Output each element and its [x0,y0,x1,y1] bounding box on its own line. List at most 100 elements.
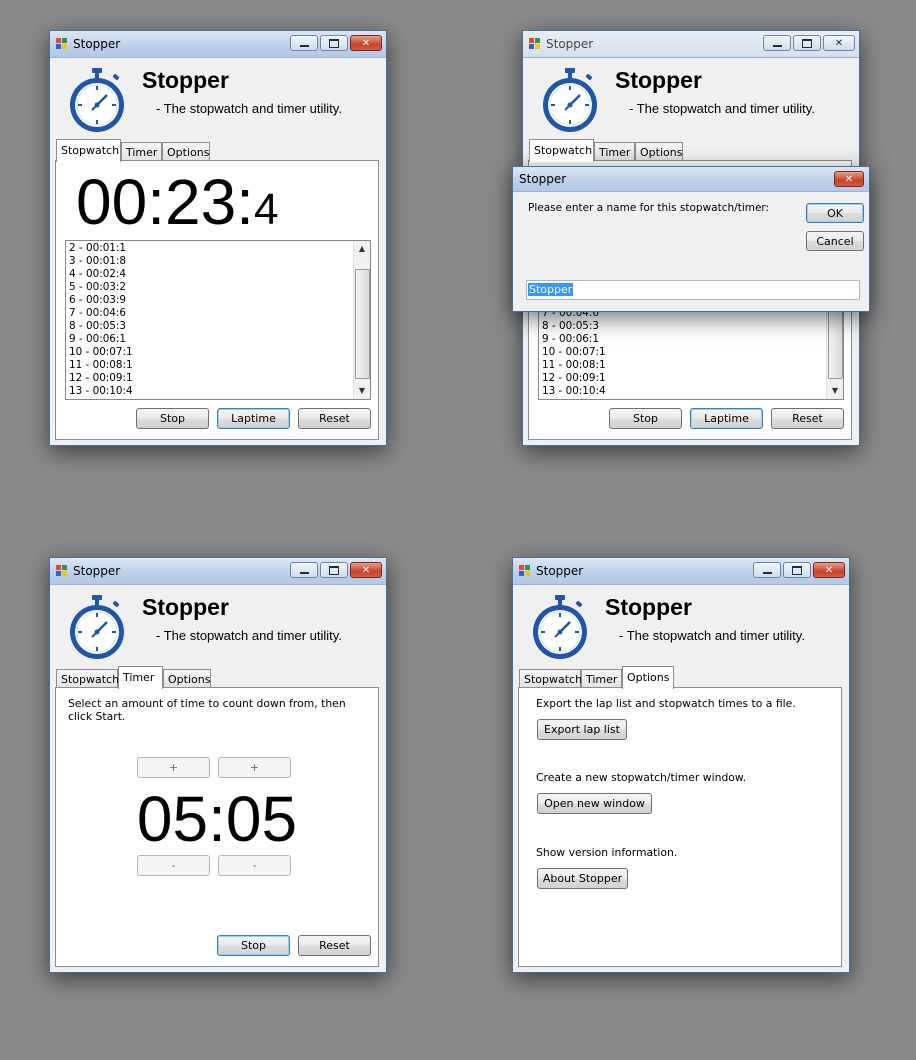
app-tagline: - The stopwatch and timer utility. [629,101,815,116]
title-bar[interactable]: Stopper ✕ [50,558,386,585]
stopwatch-icon [66,594,128,660]
tab-stopwatch[interactable]: Stopwatch [56,139,121,162]
stopwatch-icon [66,67,128,133]
laptime-button[interactable]: Laptime [217,408,290,429]
lap-rows: 7 - 00:04:6 8 - 00:05:3 9 - 00:06:1 10 -… [542,307,606,398]
title-bar[interactable]: Stopper ✕ [50,31,386,58]
laptime-button[interactable]: Laptime [690,408,763,429]
close-icon[interactable]: ✕ [823,35,855,51]
list-item[interactable]: 5 - 00:03:2 [69,281,133,294]
lap-list[interactable]: 2 - 00:01:1 3 - 00:01:8 4 - 00:02:4 5 - … [65,240,371,400]
tab-timer[interactable]: Timer [121,142,162,161]
cancel-button[interactable]: Cancel [806,231,864,251]
scroll-thumb[interactable] [355,269,370,379]
name-dialog: Stopper ✕ Please enter a name for this s… [512,166,870,312]
dialog-title-bar[interactable]: Stopper ✕ [513,167,869,192]
app-name: Stopper [615,67,702,93]
list-item[interactable]: 8 - 00:05:3 [69,320,133,333]
tab-options[interactable]: Options [635,142,683,161]
list-item[interactable]: 7 - 00:04:6 [69,307,133,320]
timer-panel: Select an amount of time to count down f… [55,687,379,967]
new-window-description: Create a new stopwatch/timer window. [536,771,747,784]
list-item[interactable]: 11 - 00:08:1 [542,359,606,372]
dialog-message: Please enter a name for this stopwatch/t… [528,202,770,214]
close-icon[interactable]: ✕ [350,562,382,578]
open-new-window-button[interactable]: Open new window [537,793,652,814]
seconds-minus-button[interactable]: - [218,855,291,876]
maximize-icon[interactable] [320,562,348,578]
list-item[interactable]: 9 - 00:06:1 [69,333,133,346]
seconds-plus-button[interactable]: + [218,757,291,778]
tab-options[interactable]: Options [163,669,211,688]
list-item[interactable]: 12 - 00:09:1 [542,372,606,385]
tab-stopwatch[interactable]: Stopwatch [519,669,582,688]
minimize-icon[interactable] [763,35,791,51]
scroll-down-icon[interactable]: ▼ [354,383,370,399]
minutes-plus-button[interactable]: + [137,757,210,778]
app-name: Stopper [142,594,229,620]
close-icon[interactable]: ✕ [350,35,382,51]
list-item[interactable]: 12 - 00:09:1 [69,372,133,385]
close-icon[interactable]: ✕ [813,562,845,578]
close-icon[interactable]: ✕ [834,171,864,187]
tab-options[interactable]: Options [622,666,674,689]
list-item[interactable]: 13 - 00:10:4 [542,385,606,398]
stopper-window-timer: Stopper ✕ Stopper - The stopwatch and ti… [49,557,387,973]
window-title: Stopper [546,37,594,51]
dialog-title: Stopper [519,172,567,186]
tab-timer[interactable]: Timer [581,669,622,688]
scroll-up-icon[interactable]: ▲ [354,241,370,257]
maximize-icon[interactable] [320,35,348,51]
lap-list-scrollbar[interactable]: ▲ ▼ [353,241,370,399]
minimize-icon[interactable] [753,562,781,578]
stopwatch-icon [539,67,601,133]
tab-timer[interactable]: Timer [118,666,163,689]
stopper-window-stopwatch: Stopper ✕ Stopper - The stopwatch and ti… [49,30,387,446]
list-item[interactable]: 10 - 00:07:1 [69,346,133,359]
stop-button[interactable]: Stop [136,408,209,429]
title-bar[interactable]: Stopper ✕ [513,558,849,585]
list-item[interactable]: 4 - 00:02:4 [69,268,133,281]
app-tagline: - The stopwatch and timer utility. [619,628,805,643]
timer-reset-button[interactable]: Reset [298,935,371,956]
scroll-down-icon[interactable]: ▼ [827,383,843,399]
window-title: Stopper [73,564,121,578]
minimize-icon[interactable] [290,35,318,51]
name-input[interactable]: Stopper [526,280,860,300]
list-item[interactable]: 2 - 00:01:1 [69,242,133,255]
list-item[interactable]: 6 - 00:03:9 [69,294,133,307]
list-item[interactable]: 3 - 00:01:8 [69,255,133,268]
list-item[interactable]: 9 - 00:06:1 [542,333,606,346]
list-item[interactable]: 10 - 00:07:1 [542,346,606,359]
tab-stopwatch[interactable]: Stopwatch [529,139,594,162]
app-icon [56,38,68,50]
ok-button[interactable]: OK [806,203,864,223]
list-item[interactable]: 11 - 00:08:1 [69,359,133,372]
stopwatch-panel: 00:23:4 2 - 00:01:1 3 - 00:01:8 4 - 00:0… [55,160,379,440]
maximize-icon[interactable] [793,35,821,51]
timer-stop-button[interactable]: Stop [217,935,290,956]
minutes-minus-button[interactable]: - [137,855,210,876]
timer-display: 05:05 [136,783,298,855]
tab-stopwatch[interactable]: Stopwatch [56,669,119,688]
app-icon [519,565,531,577]
minimize-icon[interactable] [290,562,318,578]
app-icon [529,38,541,50]
reset-button[interactable]: Reset [298,408,371,429]
timer-instructions: Select an amount of time to count down f… [68,697,346,723]
maximize-icon[interactable] [783,562,811,578]
version-description: Show version information. [536,846,678,859]
reset-button[interactable]: Reset [771,408,844,429]
export-lap-list-button[interactable]: Export lap list [537,719,627,740]
title-bar[interactable]: Stopper ✕ [523,31,859,58]
tab-options[interactable]: Options [162,142,210,161]
list-item[interactable]: 13 - 00:10:4 [69,385,133,398]
app-tagline: - The stopwatch and timer utility. [156,101,342,116]
stop-button[interactable]: Stop [609,408,682,429]
stopper-window-options: Stopper ✕ Stopper - The stopwatch and ti… [512,557,850,973]
about-stopper-button[interactable]: About Stopper [537,868,628,889]
list-item[interactable]: 8 - 00:05:3 [542,320,606,333]
name-input-value: Stopper [528,283,574,296]
tab-timer[interactable]: Timer [594,142,635,161]
window-title: Stopper [73,37,121,51]
